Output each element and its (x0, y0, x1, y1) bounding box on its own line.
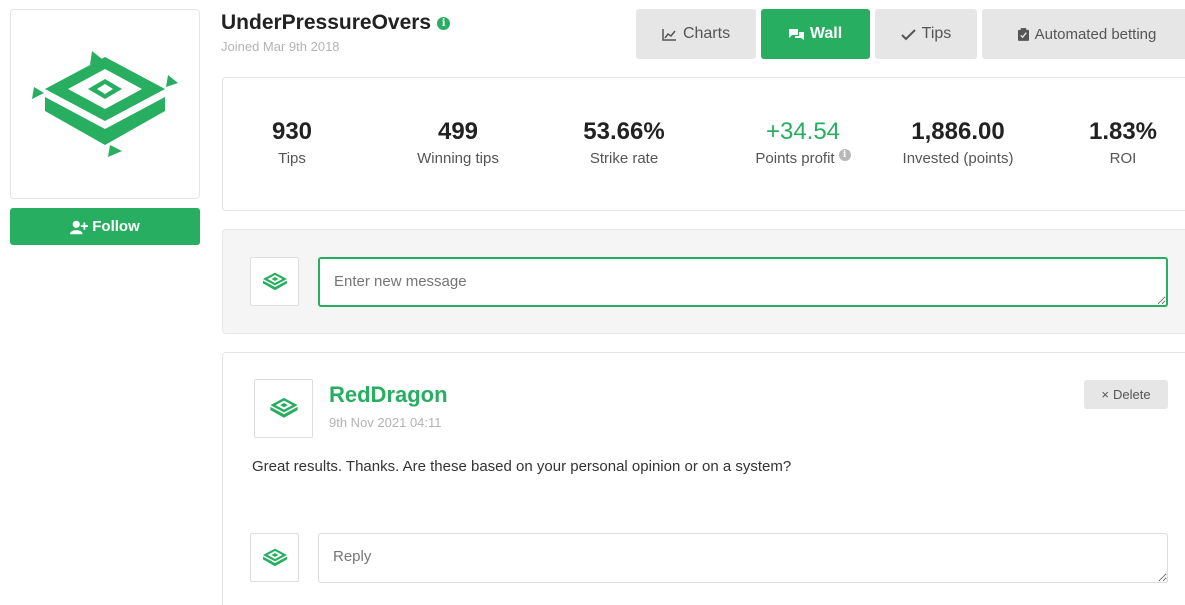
profile-logo (10, 9, 200, 199)
stat-points-profit-label: Points profit i (733, 148, 873, 167)
follow-label: Follow (92, 218, 140, 235)
info-icon[interactable]: i (437, 16, 451, 30)
stadium-avatar-icon (269, 397, 298, 418)
stat-strike-rate-value: 53.66% (583, 118, 665, 145)
follow-button[interactable]: Follow (10, 208, 200, 245)
tab-wall[interactable]: Wall (761, 9, 870, 59)
tab-automated-betting-label: Automated betting (1034, 25, 1157, 43)
stat-points-profit-value: +34.54 (765, 118, 841, 145)
post-body: Great results. Thanks. Are these based o… (252, 458, 792, 475)
tab-charts[interactable]: Charts (636, 9, 756, 59)
post-timestamp: 9th Nov 2021 04:11 (329, 415, 442, 430)
delete-button[interactable]: × Delete (1084, 380, 1168, 409)
new-message-input[interactable] (318, 257, 1168, 307)
line-chart-icon (662, 28, 676, 41)
avatar (250, 257, 299, 306)
reply-avatar (250, 533, 299, 582)
stat-winning-tips: 499 Winning tips (398, 118, 518, 167)
clipboard-icon (1017, 27, 1029, 41)
stat-roi-value: 1.83% (1088, 118, 1158, 145)
stat-roi-label: ROI (1109, 150, 1137, 167)
stat-invested-value: 1,886.00 (911, 118, 1005, 145)
compose-panel (222, 229, 1185, 334)
stats-panel: 930 Tips 499 Winning tips 53.66% Strike … (222, 77, 1185, 211)
stat-strike-rate-label: Strike rate (589, 150, 659, 167)
stat-tips-value: 930 (271, 118, 313, 145)
tab-charts-label: Charts (682, 25, 731, 42)
delete-label: Delete (1113, 387, 1151, 402)
tab-wall-label: Wall (809, 25, 843, 42)
post-author-avatar[interactable] (254, 379, 313, 438)
chat-bubbles-icon (788, 28, 804, 40)
stat-tips: 930 Tips (247, 118, 337, 167)
profile-username: UnderPressureOvers i (221, 11, 451, 35)
stadium-logo-icon (32, 51, 178, 157)
stat-roi: 1.83% ROI (1078, 118, 1168, 167)
checkmark-icon (900, 28, 916, 40)
tab-tips-label: Tips (921, 25, 952, 42)
points-profit-info-icon[interactable]: i (838, 148, 851, 161)
stat-strike-rate: 53.66% Strike rate (564, 118, 684, 167)
stadium-avatar-icon (262, 548, 287, 566)
add-user-icon (70, 220, 89, 234)
close-icon: × (1101, 387, 1109, 402)
post-author-name[interactable]: RedDragon (329, 382, 448, 408)
joined-date: Joined Mar 9th 2018 (221, 39, 340, 54)
stat-winning-tips-label: Winning tips (417, 150, 499, 167)
stat-invested: 1,886.00 Invested (points) (888, 118, 1028, 167)
stadium-avatar-icon (262, 272, 287, 290)
stat-invested-label: Invested (points) (902, 150, 1014, 167)
stat-winning-tips-value: 499 (437, 118, 479, 145)
tab-tips[interactable]: Tips (875, 9, 977, 59)
username-text: UnderPressureOvers (221, 11, 432, 34)
stat-tips-label: Tips (278, 150, 306, 167)
profile-tabs: Charts Wall Tips Automated betting (636, 9, 1185, 59)
wall-post: RedDragon 9th Nov 2021 04:11 × Delete Gr… (222, 352, 1185, 605)
reply-input[interactable] (318, 533, 1168, 583)
stat-points-profit: +34.54 Points profit i (733, 118, 873, 167)
tab-automated-betting[interactable]: Automated betting (982, 9, 1185, 59)
